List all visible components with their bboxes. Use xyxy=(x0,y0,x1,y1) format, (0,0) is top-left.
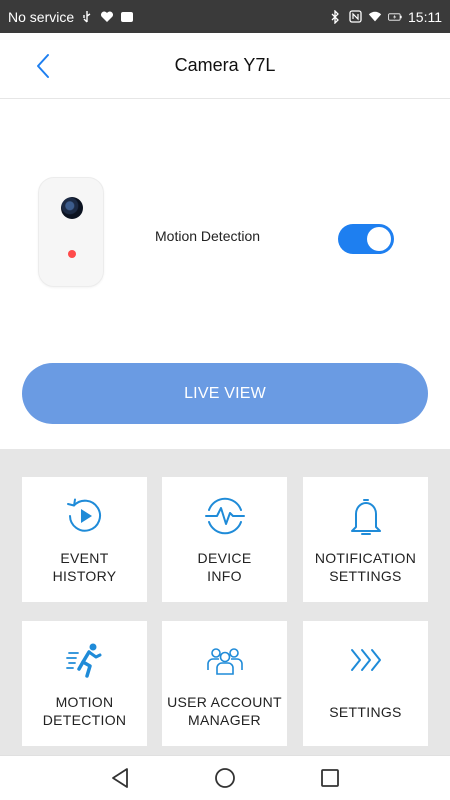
tile-label: EVENT HISTORY xyxy=(52,550,117,584)
triangle-back-icon xyxy=(112,768,128,788)
tile-settings[interactable]: SETTINGS xyxy=(303,621,428,746)
tile-user-account-manager[interactable]: USER ACCOUNT MANAGER xyxy=(162,621,287,746)
tile-label: USER ACCOUNT MANAGER xyxy=(167,694,282,728)
tile-label: DEVICE INFO xyxy=(197,550,252,584)
running-person-icon xyxy=(62,637,108,683)
tile-device-info[interactable]: DEVICE INFO xyxy=(162,477,287,602)
battery-icon xyxy=(388,10,402,24)
tile-event-history[interactable]: EVENT HISTORY xyxy=(22,477,147,602)
camera-device-image xyxy=(38,177,104,287)
tile-notification-settings[interactable]: NOTIFICATION SETTINGS xyxy=(303,477,428,602)
nav-home-button[interactable] xyxy=(210,763,240,793)
circle-home-icon xyxy=(215,768,235,788)
tile-label: NOTIFICATION SETTINGS xyxy=(314,550,417,584)
wifi-icon xyxy=(368,10,382,24)
motion-detection-label: Motion Detection xyxy=(155,228,261,244)
image-notification-icon xyxy=(120,10,134,24)
usb-icon xyxy=(80,10,94,24)
bluetooth-icon xyxy=(328,9,342,24)
app-bar: Camera Y7L xyxy=(0,33,450,99)
device-info-icon xyxy=(202,493,248,539)
chevrons-right-icon xyxy=(343,637,389,683)
tile-label: MOTION DETECTION xyxy=(42,694,127,728)
clock-text: 15:11 xyxy=(408,8,442,25)
tile-label: SETTINGS xyxy=(329,704,402,720)
event-history-icon xyxy=(62,493,108,539)
square-recents-icon xyxy=(321,769,339,787)
feature-grid: EVENT HISTORY DEVICE INFO NOTIFICATION SETT… xyxy=(0,449,450,755)
status-bar: No service 15:11 xyxy=(0,0,450,33)
page-title: Camera Y7L xyxy=(174,55,276,75)
health-icon xyxy=(100,10,114,24)
nav-recents-button[interactable] xyxy=(315,763,345,793)
user-group-icon xyxy=(202,637,248,683)
carrier-text: No service xyxy=(8,8,75,25)
system-nav-bar xyxy=(0,755,450,800)
toggle-knob xyxy=(367,227,391,251)
motion-detection-toggle[interactable] xyxy=(338,224,394,254)
nav-back-button[interactable] xyxy=(105,763,135,793)
camera-led xyxy=(68,250,76,258)
bell-icon xyxy=(343,493,389,539)
tile-motion-detection[interactable]: MOTION DETECTION xyxy=(22,621,147,746)
live-view-button[interactable]: LIVE VIEW xyxy=(22,363,428,424)
nfc-icon xyxy=(348,10,362,24)
camera-lens xyxy=(61,197,83,219)
device-panel: Motion Detection LIVE VIEW xyxy=(0,99,450,449)
